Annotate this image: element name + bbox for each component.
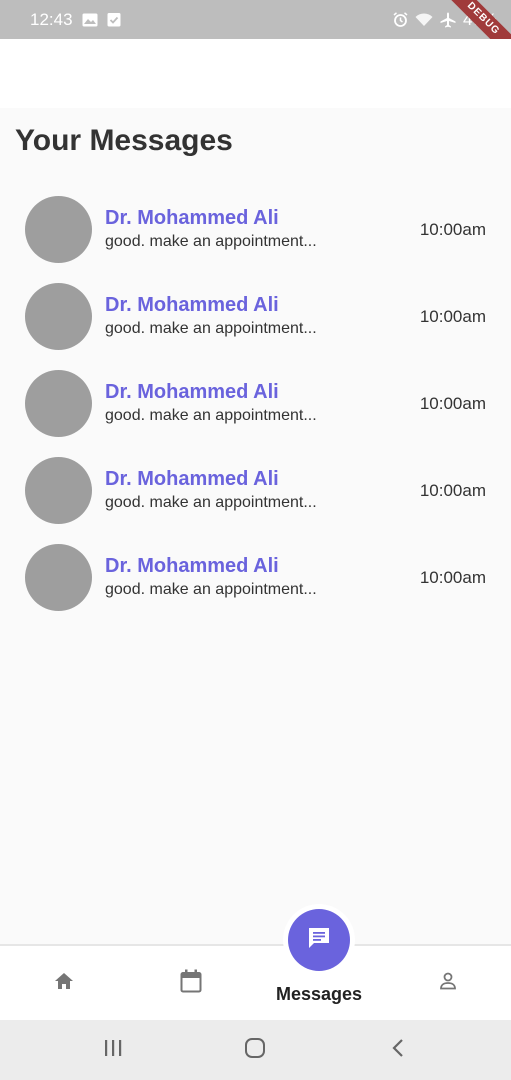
message-time: 10:00am <box>419 394 486 413</box>
app-bar <box>0 39 511 108</box>
message-preview: good. make an appointment... <box>105 581 317 598</box>
image-icon <box>82 13 98 27</box>
message-item[interactable]: Dr. Mohammed Ali good. make an appointme… <box>0 457 511 544</box>
home-circle-icon <box>244 1037 266 1064</box>
check-box-icon <box>107 12 121 27</box>
nav-profile-button[interactable] <box>428 968 468 998</box>
message-time: 10:00am <box>419 307 486 326</box>
status-left: 12:43 <box>30 10 121 30</box>
airplane-icon <box>440 12 456 28</box>
sender-name: Dr. Mohammed Ali <box>105 294 279 316</box>
status-time: 12:43 <box>30 9 73 29</box>
nav-messages-button[interactable] <box>288 909 350 971</box>
nav-messages-label[interactable]: Messages <box>255 984 383 1005</box>
avatar <box>25 457 92 524</box>
sender-name: Dr. Mohammed Ali <box>105 207 279 229</box>
message-preview: good. make an appointment... <box>105 494 317 511</box>
avatar <box>25 196 92 263</box>
system-back-button[interactable] <box>378 1036 418 1064</box>
nav-calendar-button[interactable] <box>171 968 211 998</box>
avatar <box>25 370 92 437</box>
message-item[interactable]: Dr. Mohammed Ali good. make an appointme… <box>0 370 511 457</box>
home-icon <box>54 972 74 995</box>
message-preview: good. make an appointment... <box>105 320 317 337</box>
recent-apps-icon <box>103 1039 123 1062</box>
message-list: Dr. Mohammed Ali good. make an appointme… <box>0 196 511 631</box>
message-preview: good. make an appointment... <box>105 407 317 424</box>
alarm-icon <box>393 12 408 27</box>
status-bar: 12:43 47% DEBUG <box>0 0 511 68</box>
system-nav-bar <box>0 1020 511 1080</box>
avatar <box>25 544 92 611</box>
sender-name: Dr. Mohammed Ali <box>105 468 279 490</box>
sender-name: Dr. Mohammed Ali <box>105 381 279 403</box>
back-icon <box>391 1038 405 1063</box>
message-item[interactable]: Dr. Mohammed Ali good. make an appointme… <box>0 196 511 283</box>
recent-apps-button[interactable] <box>93 1036 133 1064</box>
message-preview: good. make an appointment... <box>105 233 317 250</box>
message-time: 10:00am <box>419 568 486 587</box>
system-home-button[interactable] <box>235 1036 275 1064</box>
message-item[interactable]: Dr. Mohammed Ali good. make an appointme… <box>0 544 511 631</box>
message-time: 10:00am <box>419 220 486 239</box>
wifi-icon <box>415 12 433 27</box>
chat-icon <box>306 925 332 956</box>
sender-name: Dr. Mohammed Ali <box>105 555 279 577</box>
avatar <box>25 283 92 350</box>
bottom-nav: Messages <box>0 944 511 1020</box>
message-time: 10:00am <box>419 481 486 500</box>
nav-home-button[interactable] <box>44 968 84 998</box>
person-icon <box>438 971 458 996</box>
message-item[interactable]: Dr. Mohammed Ali good. make an appointme… <box>0 283 511 370</box>
calendar-icon <box>180 969 202 998</box>
page-title: Your Messages <box>15 124 233 157</box>
